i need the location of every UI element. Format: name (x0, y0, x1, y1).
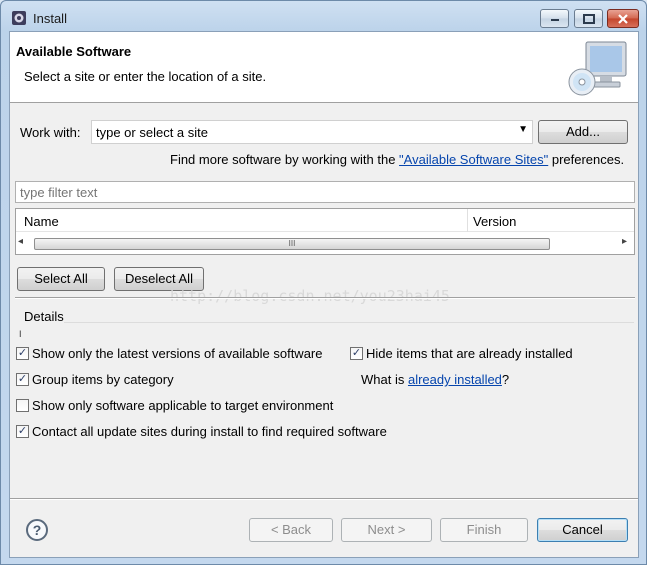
scroll-right-icon[interactable]: ▸ (622, 236, 627, 247)
already-installed-text: What is already installed? (361, 372, 509, 387)
install-window: Install Available Software Select a site… (0, 0, 647, 565)
wizard-header: Available Software Select a site or ente… (10, 32, 638, 103)
checkbox-box-checked[interactable]: ✓ (16, 347, 29, 360)
add-site-button[interactable]: Add... (538, 120, 628, 144)
details-label: Details (24, 309, 64, 324)
work-with-combo-value: type or select a site (96, 125, 208, 140)
install-computer-cd-icon (568, 41, 627, 96)
work-with-label: Work with: (20, 125, 81, 140)
close-icon (618, 13, 628, 24)
available-software-sites-link[interactable]: "Available Software Sites" (399, 152, 548, 167)
select-all-button[interactable]: Select All (17, 267, 105, 291)
software-tree[interactable]: Name Version ◂ III ▸ (15, 208, 635, 255)
work-with-combo[interactable]: type or select a site ▼ (91, 120, 533, 144)
already-installed-prefix: What is (361, 372, 408, 387)
column-header-version[interactable]: Version (473, 214, 516, 229)
latest-versions-label[interactable]: Show only the latest versions of availab… (32, 346, 323, 361)
applicable-only-label[interactable]: Show only software applicable to target … (32, 398, 333, 413)
horizontal-scrollbar[interactable]: ◂ III ▸ (16, 235, 634, 253)
maximize-button[interactable] (574, 9, 603, 28)
eclipse-gear-icon (12, 11, 26, 25)
contact-sites-label[interactable]: Contact all update sites during install … (32, 424, 387, 439)
footer-separator (10, 498, 638, 500)
finish-button[interactable]: Finish (440, 518, 528, 542)
title-bar[interactable]: Install (1, 1, 646, 31)
already-installed-link[interactable]: already installed (408, 372, 502, 387)
back-button[interactable]: < Back (249, 518, 333, 542)
find-more-suffix: preferences. (548, 152, 625, 167)
watermark-text: http://blog.csdn.net/you23hai45 (170, 287, 450, 305)
scrollbar-thumb[interactable]: III (34, 238, 550, 250)
column-separator[interactable] (467, 209, 468, 232)
cancel-button[interactable]: Cancel (537, 518, 628, 542)
page-title: Available Software (16, 44, 132, 59)
checkbox-box-checked[interactable]: ✓ (16, 425, 29, 438)
checkbox-box-checked[interactable]: ✓ (350, 347, 363, 360)
find-more-text: Find more software by working with the "… (170, 152, 624, 167)
tree-header: Name Version (16, 209, 634, 232)
section-separator (15, 297, 635, 299)
details-marker: I (19, 329, 22, 339)
column-header-name[interactable]: Name (24, 214, 59, 229)
details-divider (64, 322, 634, 324)
hide-installed-label[interactable]: Hide items that are already installed (366, 346, 573, 361)
close-button[interactable] (607, 9, 639, 28)
already-installed-suffix: ? (501, 372, 510, 387)
page-description: Select a site or enter the location of a… (24, 69, 267, 84)
minimize-icon (550, 18, 559, 21)
next-button[interactable]: Next > (341, 518, 432, 542)
maximize-icon (582, 13, 595, 24)
scroll-left-icon[interactable]: ◂ (18, 236, 23, 247)
help-icon[interactable]: ? (26, 519, 48, 541)
filter-input[interactable] (16, 182, 634, 202)
window-title: Install (33, 11, 67, 26)
checkbox-box-checked[interactable]: ✓ (16, 373, 29, 386)
group-by-category-label[interactable]: Group items by category (32, 372, 174, 387)
dropdown-arrow-icon[interactable]: ▼ (518, 124, 528, 135)
checkbox-box-unchecked[interactable] (16, 399, 29, 412)
filter-field[interactable] (15, 181, 635, 203)
dialog-client: Available Software Select a site or ente… (9, 31, 639, 558)
minimize-button[interactable] (540, 9, 569, 28)
find-more-prefix: Find more software by working with the (170, 152, 400, 167)
